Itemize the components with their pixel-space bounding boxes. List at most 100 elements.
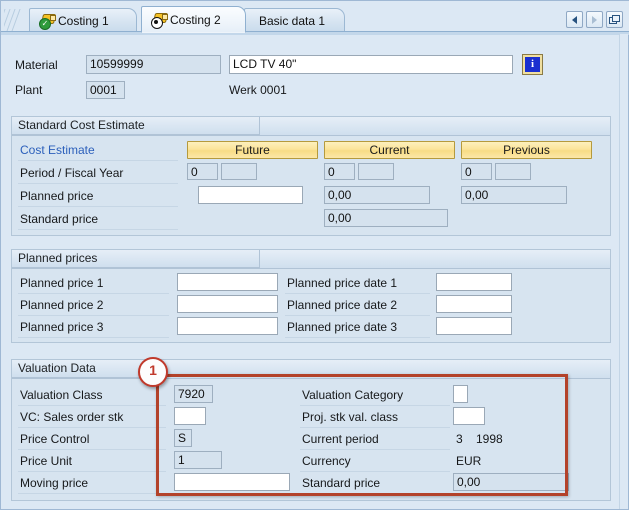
tab-costing-1[interactable]: ✓ Costing 1: [29, 8, 137, 32]
planned-price-1-field[interactable]: [177, 273, 278, 291]
standard-cost-estimate-group: Standard Cost Estimate Cost Estimate Per…: [11, 116, 611, 236]
current-standard-price-field[interactable]: 0,00: [324, 209, 448, 227]
valuation-data-title: Valuation Data: [12, 360, 152, 378]
tab-nav-buttons: [566, 11, 623, 28]
current-fiscal-year-field[interactable]: [358, 163, 394, 180]
row-separator: [300, 449, 450, 450]
proj-stk-val-class-label: Proj. stk val. class: [302, 410, 398, 424]
row-separator: [300, 405, 450, 406]
plant-description-text: Werk 0001: [229, 83, 287, 97]
sap-material-master-costing2-screen: ✓ Costing 1 Costing 2 Basic data 1: [0, 0, 629, 510]
material-number-field[interactable]: 10599999: [86, 55, 221, 74]
row-separator: [18, 337, 169, 338]
tab-costing-2-label: Costing 2: [170, 13, 221, 27]
costing-dot-icon: [151, 13, 166, 27]
standard-cost-estimate-title: Standard Cost Estimate: [12, 117, 260, 135]
valuation-data-group: Valuation Data Valuation Class 7920 VC: …: [11, 359, 611, 501]
planned-price-3-label: Planned price 3: [20, 320, 103, 334]
row-separator: [18, 427, 166, 428]
current-period-label: Current period: [302, 432, 379, 446]
row-separator: [18, 471, 166, 472]
window-list-icon: [609, 15, 620, 25]
valuation-standard-price-label: Standard price: [302, 476, 380, 490]
price-control-field[interactable]: S: [174, 429, 192, 447]
valuation-category-label: Valuation Category: [302, 388, 403, 402]
planned-price-1-label: Planned price 1: [20, 276, 103, 290]
row-separator: [18, 293, 169, 294]
valuation-class-label: Valuation Class: [20, 388, 103, 402]
column-button-future[interactable]: Future: [187, 141, 318, 159]
row-separator: [18, 206, 178, 207]
future-fiscal-year-field[interactable]: [221, 163, 257, 180]
proj-stk-val-class-field[interactable]: [453, 407, 485, 425]
price-unit-field[interactable]: 1: [174, 451, 222, 469]
tab-basic-data-1-label: Basic data 1: [259, 14, 325, 28]
chevron-left-icon: [572, 16, 577, 24]
row-separator: [300, 471, 450, 472]
planned-price-date-3-field[interactable]: [436, 317, 512, 335]
plant-number-field[interactable]: 0001: [86, 81, 125, 99]
planned-price-2-field[interactable]: [177, 295, 278, 313]
column-button-current[interactable]: Current: [324, 141, 455, 159]
tab-next-button[interactable]: [586, 11, 603, 28]
tab-list-button[interactable]: [606, 11, 623, 28]
planned-prices-title: Planned prices: [12, 250, 260, 268]
column-button-previous[interactable]: Previous: [461, 141, 592, 159]
moving-price-label: Moving price: [20, 476, 88, 490]
annotation-badge-1: 1: [138, 357, 168, 387]
previous-planned-price-field[interactable]: 0,00: [461, 186, 567, 204]
price-control-label: Price Control: [20, 432, 89, 446]
row-separator: [18, 160, 178, 161]
tab-prev-button[interactable]: [566, 11, 583, 28]
row-separator: [18, 493, 166, 494]
period-fiscal-year-label: Period / Fiscal Year: [20, 166, 123, 180]
future-period-field[interactable]: 0: [187, 163, 218, 180]
standard-price-label: Standard price: [20, 212, 98, 226]
vc-sales-order-stk-field[interactable]: [174, 407, 206, 425]
current-planned-price-field[interactable]: 0,00: [324, 186, 430, 204]
currency-label: Currency: [302, 454, 351, 468]
tab-costing-2[interactable]: Costing 2: [141, 6, 246, 33]
material-description-field[interactable]: LCD TV 40": [229, 55, 513, 74]
planned-price-2-label: Planned price 2: [20, 298, 103, 312]
vc-sales-order-stk-label: VC: Sales order stk: [20, 410, 123, 424]
valuation-standard-price-field[interactable]: 0,00: [453, 473, 569, 491]
previous-fiscal-year-field[interactable]: [495, 163, 531, 180]
future-planned-price-field[interactable]: [198, 186, 303, 204]
planned-price-label: Planned price: [20, 189, 93, 203]
tab-scroll-hatch-icon: [4, 9, 30, 33]
plant-label: Plant: [15, 83, 42, 97]
row-separator: [300, 493, 450, 494]
row-separator: [285, 293, 430, 294]
row-separator: [300, 427, 450, 428]
material-label: Material: [15, 58, 58, 72]
cost-estimate-link[interactable]: Cost Estimate: [20, 143, 95, 157]
current-period-field[interactable]: 0: [324, 163, 355, 180]
valuation-category-field[interactable]: [453, 385, 468, 403]
previous-period-field[interactable]: 0: [461, 163, 492, 180]
current-period-value: 3 1998: [456, 432, 503, 446]
info-icon: i: [525, 57, 540, 72]
costing-check-icon: ✓: [39, 14, 54, 28]
tab-strip: ✓ Costing 1 Costing 2 Basic data 1: [1, 1, 629, 34]
material-info-button[interactable]: i: [522, 54, 543, 75]
planned-price-3-field[interactable]: [177, 317, 278, 335]
planned-price-date-3-label: Planned price date 3: [287, 320, 397, 334]
tab-costing-1-label: Costing 1: [58, 14, 109, 28]
moving-price-field[interactable]: [174, 473, 290, 491]
row-separator: [18, 405, 166, 406]
row-separator: [285, 315, 430, 316]
row-separator: [18, 315, 169, 316]
planned-prices-group: Planned prices Planned price 1 Planned p…: [11, 249, 611, 343]
right-gutter: [619, 34, 628, 509]
price-unit-label: Price Unit: [20, 454, 72, 468]
row-separator: [18, 183, 178, 184]
planned-price-date-2-field[interactable]: [436, 295, 512, 313]
tab-basic-data-1[interactable]: Basic data 1: [244, 8, 345, 32]
chevron-right-icon: [592, 16, 597, 24]
row-separator: [285, 337, 430, 338]
planned-price-date-1-label: Planned price date 1: [287, 276, 397, 290]
valuation-class-field[interactable]: 7920: [174, 385, 213, 403]
tab-strip-underline: [1, 31, 629, 35]
planned-price-date-1-field[interactable]: [436, 273, 512, 291]
